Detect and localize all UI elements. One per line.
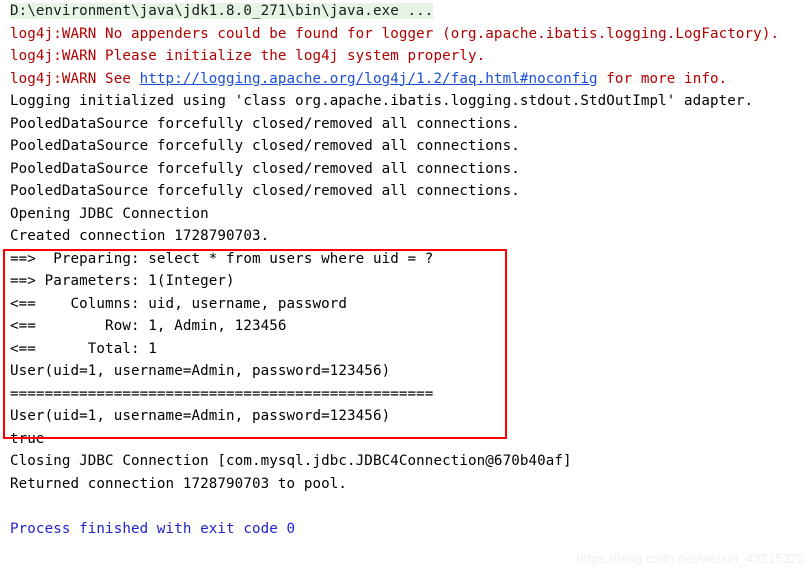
console-line-created-connection: Created connection 1728790703. (10, 228, 270, 244)
console-line-sql-total: <== Total: 1 (10, 340, 157, 357)
console-line-log4j-warn-initialize: log4j:WARN Please initialize the log4j s… (10, 48, 486, 64)
console-line-pooled-datasource-2: PooledDataSource forcefully closed/remov… (10, 138, 520, 154)
console-line-pooled-datasource-4: PooledDataSource forcefully closed/remov… (10, 183, 520, 199)
console-line-sql-preparing: ==> Preparing: select * from users where… (10, 250, 434, 267)
console-line-log4j-warn-appenders: log4j:WARN No appenders could be found f… (10, 25, 780, 42)
console-line-opening-jdbc-connection: Opening JDBC Connection (10, 205, 209, 222)
log4j-see-suffix: for more info. (597, 70, 728, 87)
console-line-user-result-1: User(uid=1, username=Admin, password=123… (10, 363, 391, 379)
console-line-sql-columns: <== Columns: uid, username, password (10, 295, 348, 312)
console-line-log4j-warn-see: log4j:WARN See http://logging.apache.org… (0, 68, 811, 91)
console-line-sql-parameters: ==> Parameters: 1(Integer) (10, 273, 235, 289)
console-command-text: D:\environment\java\jdk1.8.0_271\bin\jav… (10, 3, 434, 19)
log4j-see-prefix: log4j:WARN See (10, 70, 140, 87)
console-line-true: true (10, 430, 45, 447)
console-line-process-finished: Process finished with exit code 0 (10, 520, 296, 537)
console-line-separator: ========================================… (10, 385, 434, 402)
console-line-returned-connection: Returned connection 1728790703 to pool. (10, 475, 348, 492)
console-command-line: D:\environment\java\jdk1.8.0_271\bin\jav… (0, 0, 811, 23)
log4j-faq-link[interactable]: http://logging.apache.org/log4j/1.2/faq.… (140, 71, 598, 87)
blog-watermark: https://blog.csdn.net/weixin_43215322 (576, 551, 805, 566)
console-line-pooled-datasource-3: PooledDataSource forcefully closed/remov… (10, 160, 520, 177)
console-line-pooled-datasource-1: PooledDataSource forcefully closed/remov… (10, 115, 520, 132)
console-line-logging-initialized: Logging initialized using 'class org.apa… (10, 93, 754, 109)
console-line-user-result-2: User(uid=1, username=Admin, password=123… (10, 408, 391, 424)
console-output-panel[interactable]: D:\environment\java\jdk1.8.0_271\bin\jav… (0, 0, 811, 570)
console-line-closing-jdbc-connection: Closing JDBC Connection [com.mysql.jdbc.… (10, 453, 572, 469)
console-line-sql-row: <== Row: 1, Admin, 123456 (10, 318, 287, 334)
